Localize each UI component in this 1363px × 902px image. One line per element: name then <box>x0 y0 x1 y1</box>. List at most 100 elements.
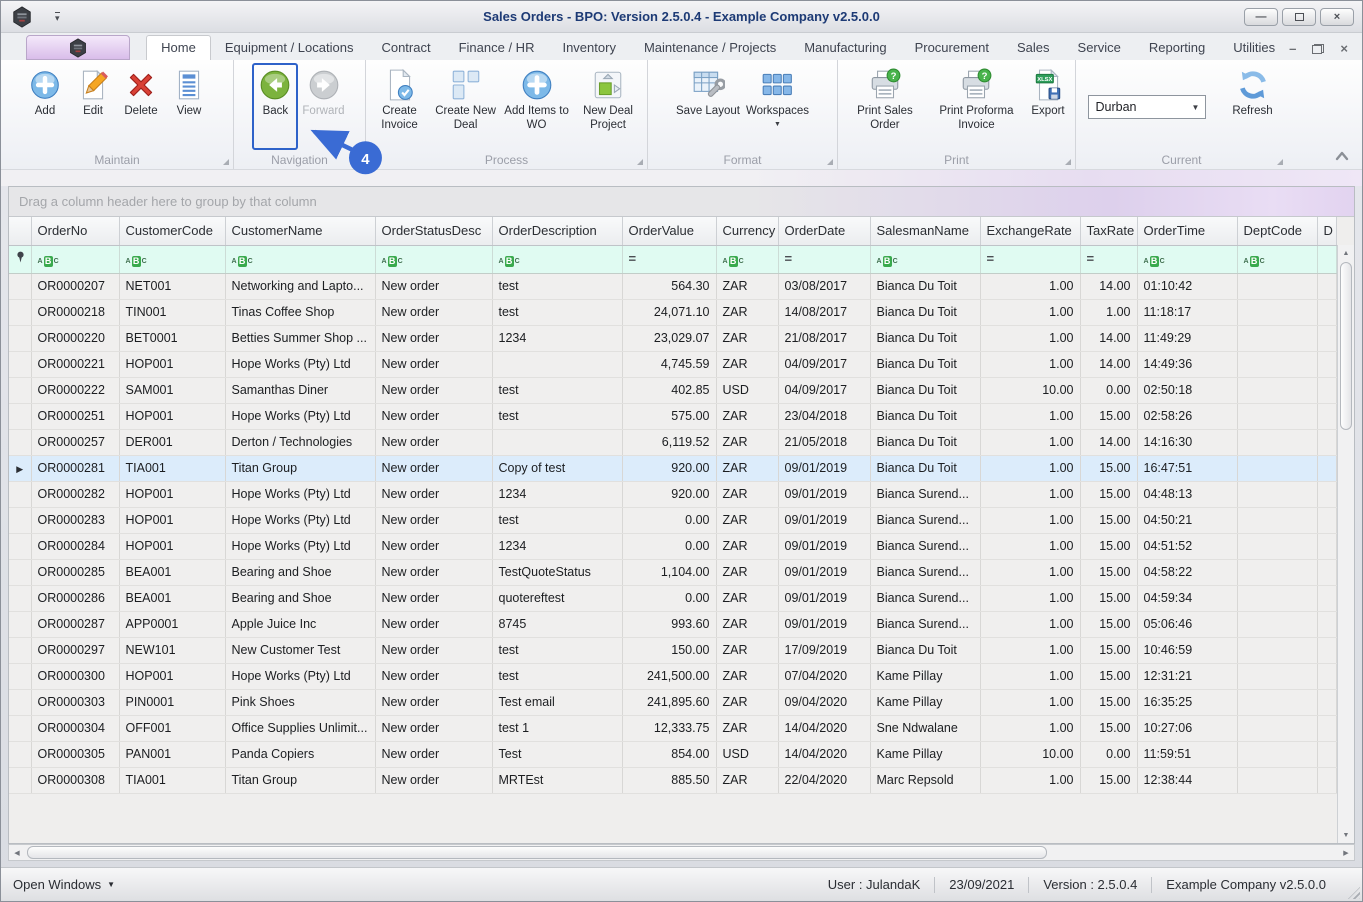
filter-pin-icon[interactable] <box>9 245 32 274</box>
new-deal-project-button[interactable]: New Deal Project <box>573 63 643 150</box>
print-proforma-invoice-button[interactable]: ? Print Proforma Invoice <box>930 63 1023 150</box>
filter-cell-exchangerate[interactable]: = <box>980 245 1081 274</box>
filter-cell-customercode[interactable]: ABC <box>119 245 226 274</box>
horizontal-scroll-thumb[interactable] <box>27 846 1047 859</box>
vertical-scrollbar[interactable]: ▲ ▼ <box>1337 245 1354 843</box>
tab-maintenance-projects[interactable]: Maintenance / Projects <box>630 36 790 60</box>
column-header-ordertime[interactable]: OrderTime <box>1137 217 1238 246</box>
tab-manufacturing[interactable]: Manufacturing <box>790 36 900 60</box>
close-button[interactable]: × <box>1320 7 1354 26</box>
table-row-OR0000287[interactable]: OR0000287 APP0001 Apple Juice Inc New order… <box>9 611 1337 638</box>
table-row-OR0000283[interactable]: OR0000283 HOP001 Hope Works (Pty) Ltd New o… <box>9 507 1337 534</box>
workspaces-button[interactable]: Workspaces ▼ <box>744 63 811 150</box>
scroll-down-icon[interactable]: ▼ <box>1338 827 1354 843</box>
document-minimize-icon[interactable]: – <box>1289 42 1296 55</box>
table-row-OR0000222[interactable]: OR0000222 SAM001 Samanthas Diner New order t… <box>9 377 1337 404</box>
table-row-OR0000218[interactable]: OR0000218 TIN001 Tinas Coffee Shop New orde… <box>9 299 1337 326</box>
filter-cell-deptcode[interactable]: ABC <box>1237 245 1318 274</box>
filter-cell-orderdescription[interactable]: ABC <box>492 245 623 274</box>
maximize-button[interactable] <box>1282 7 1316 26</box>
column-header-deptcode[interactable]: DeptCode <box>1237 217 1318 246</box>
create-invoice-button[interactable]: Create Invoice <box>370 63 429 150</box>
tab-inventory[interactable]: Inventory <box>548 36 629 60</box>
column-header-orderdate[interactable]: OrderDate <box>778 217 871 246</box>
filter-cell-orderstatusdesc[interactable]: ABC <box>375 245 493 274</box>
export-button[interactable]: XLSX Export <box>1025 63 1071 150</box>
dialog-launcher-icon[interactable] <box>1065 159 1071 165</box>
filter-cell-salesmanname[interactable]: ABC <box>870 245 981 274</box>
filter-cell-d[interactable] <box>1317 245 1337 274</box>
column-header-orderno[interactable]: OrderNo <box>31 217 120 246</box>
add-items-to-wo-button[interactable]: Add Items to WO <box>502 63 571 150</box>
column-header-taxrate[interactable]: TaxRate <box>1080 217 1138 246</box>
current-location-select[interactable]: Durban ▼ <box>1087 95 1206 119</box>
table-row-OR0000284[interactable]: OR0000284 HOP001 Hope Works (Pty) Ltd New o… <box>9 533 1337 560</box>
filter-cell-taxrate[interactable]: = <box>1080 245 1138 274</box>
table-row-OR0000297[interactable]: OR0000297 NEW101 New Customer Test New orde… <box>9 637 1337 664</box>
tab-home[interactable]: Home <box>146 35 211 60</box>
vertical-scroll-thumb[interactable] <box>1340 262 1352 430</box>
edit-button[interactable]: Edit <box>70 63 116 150</box>
table-row-OR0000221[interactable]: OR0000221 HOP001 Hope Works (Pty) Ltd New o… <box>9 351 1337 378</box>
group-by-panel[interactable]: Drag a column header here to group by th… <box>9 187 1354 217</box>
minimize-button[interactable]: — <box>1244 7 1278 26</box>
tab-service[interactable]: Service <box>1064 36 1135 60</box>
column-header-customercode[interactable]: CustomerCode <box>119 217 226 246</box>
tab-reporting[interactable]: Reporting <box>1135 36 1219 60</box>
forward-button[interactable]: Forward <box>300 63 346 150</box>
column-header-orderstatusdesc[interactable]: OrderStatusDesc <box>375 217 493 246</box>
quick-access-dropdown-icon[interactable]: ▾ <box>55 11 60 22</box>
column-header-customername[interactable]: CustomerName <box>225 217 376 246</box>
table-row-OR0000305[interactable]: OR0000305 PAN001 Panda Copiers New order Tes… <box>9 741 1337 768</box>
table-row-OR0000281[interactable]: ▶ OR0000281 TIA001 Titan Group New order Copy… <box>9 455 1337 482</box>
add-button[interactable]: Add <box>22 63 68 150</box>
view-button[interactable]: View <box>166 63 212 150</box>
horizontal-scrollbar[interactable]: ◀ ▶ <box>8 844 1355 861</box>
save-layout-button[interactable]: Save Layout <box>674 63 742 150</box>
tab-utilities[interactable]: Utilities <box>1219 36 1289 60</box>
document-close-icon[interactable]: × <box>1340 42 1348 55</box>
column-header-d[interactable]: D <box>1317 217 1337 246</box>
table-row-OR0000207[interactable]: OR0000207 NET001 Networking and Lapto... Ne… <box>9 273 1337 300</box>
column-header-salesmanname[interactable]: SalesmanName <box>870 217 981 246</box>
back-button[interactable]: Back <box>252 63 299 150</box>
refresh-button[interactable]: Refresh <box>1230 63 1276 150</box>
table-row-OR0000303[interactable]: OR0000303 PIN0001 Pink Shoes New order Test … <box>9 689 1337 716</box>
table-row-OR0000304[interactable]: OR0000304 OFF001 Office Supplies Unlimit..… <box>9 715 1337 742</box>
scroll-up-icon[interactable]: ▲ <box>1338 245 1354 261</box>
scroll-left-icon[interactable]: ◀ <box>9 849 25 857</box>
open-windows-button[interactable]: Open Windows ▼ <box>13 877 115 892</box>
dialog-launcher-icon[interactable] <box>223 159 229 165</box>
application-menu-button[interactable] <box>26 35 131 60</box>
scroll-right-icon[interactable]: ▶ <box>1338 849 1354 857</box>
column-header-orderdescription[interactable]: OrderDescription <box>492 217 623 246</box>
tab-procurement[interactable]: Procurement <box>901 36 1003 60</box>
print-sales-order-button[interactable]: ? Print Sales Order <box>842 63 928 150</box>
table-row-OR0000308[interactable]: OR0000308 TIA001 Titan Group New order MRTEs… <box>9 767 1337 794</box>
filter-cell-ordertime[interactable]: ABC <box>1137 245 1238 274</box>
dialog-launcher-icon[interactable] <box>637 159 643 165</box>
delete-button[interactable]: Delete <box>118 63 164 150</box>
filter-cell-customername[interactable]: ABC <box>225 245 376 274</box>
filter-cell-orderno[interactable]: ABC <box>31 245 120 274</box>
filter-cell-currency[interactable]: ABC <box>716 245 779 274</box>
dialog-launcher-icon[interactable] <box>1277 159 1283 165</box>
create-new-deal-button[interactable]: Create New Deal <box>431 63 500 150</box>
table-row-OR0000257[interactable]: OR0000257 DER001 Derton / Technologies New … <box>9 429 1337 456</box>
tab-contract[interactable]: Contract <box>367 36 444 60</box>
table-row-OR0000282[interactable]: OR0000282 HOP001 Hope Works (Pty) Ltd New o… <box>9 481 1337 508</box>
column-header-currency[interactable]: Currency <box>716 217 779 246</box>
filter-cell-orderdate[interactable]: = <box>778 245 871 274</box>
resize-grip[interactable] <box>1348 887 1360 899</box>
table-row-OR0000285[interactable]: OR0000285 BEA001 Bearing and Shoe New order… <box>9 559 1337 586</box>
chevron-down-icon[interactable]: ▼ <box>1187 103 1205 112</box>
document-restore-icon[interactable] <box>1312 44 1325 54</box>
collapse-ribbon-icon[interactable] <box>1334 149 1350 161</box>
tab-equipment-locations[interactable]: Equipment / Locations <box>211 36 368 60</box>
tab-finance-hr[interactable]: Finance / HR <box>445 36 549 60</box>
column-header-ordervalue[interactable]: OrderValue <box>622 217 717 246</box>
column-header-exchangerate[interactable]: ExchangeRate <box>980 217 1081 246</box>
filter-cell-ordervalue[interactable]: = <box>622 245 717 274</box>
dialog-launcher-icon[interactable] <box>827 159 833 165</box>
table-row-OR0000300[interactable]: OR0000300 HOP001 Hope Works (Pty) Ltd New o… <box>9 663 1337 690</box>
